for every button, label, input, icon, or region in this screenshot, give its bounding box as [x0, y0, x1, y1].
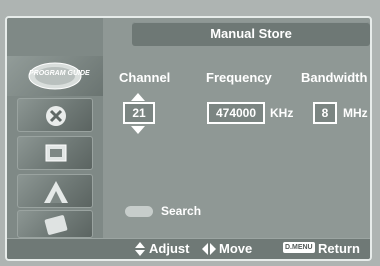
setup-icon	[44, 181, 68, 203]
picture-icon	[45, 144, 67, 162]
channel-down-arrow-icon[interactable]	[131, 126, 145, 134]
manual-store-content: Channel Frequency Bandwidth 21 474000 KH…	[103, 48, 370, 238]
search-button-indicator[interactable]	[125, 206, 153, 217]
frequency-label: Frequency	[206, 70, 272, 85]
sidebar-item-label: PROGRAM GUIDE	[29, 70, 90, 77]
bandwidth-unit: MHz	[343, 106, 368, 120]
adjust-hint: Adjust	[149, 241, 190, 256]
return-hint[interactable]: Return	[318, 241, 360, 257]
manual-store-panel: PROGRAM GUIDE Manual Store Channel Frequ…	[5, 16, 372, 261]
channel-setup-icon	[46, 106, 66, 126]
up-down-arrow-icon	[135, 242, 145, 256]
sidebar-item-setup[interactable]	[17, 174, 93, 208]
search-button[interactable]: Search	[161, 204, 201, 218]
channel-label: Channel	[119, 70, 171, 85]
page-title: Manual Store	[132, 22, 370, 46]
sidebar-item-channel[interactable]	[17, 98, 93, 132]
sidebar-item-program-guide[interactable]: PROGRAM GUIDE	[7, 56, 103, 96]
frequency-unit: KHz	[270, 106, 294, 120]
bandwidth-field[interactable]: 8	[313, 102, 337, 124]
move-hint: Move	[219, 241, 253, 256]
footer-help-bar: Adjust Move D.MENU Return	[7, 238, 370, 259]
sidebar-item-input[interactable]	[17, 210, 93, 238]
frequency-field[interactable]: 474000	[207, 102, 265, 124]
left-right-arrow-icon	[202, 243, 216, 255]
input-icon	[44, 215, 68, 235]
sidebar-menu: PROGRAM GUIDE	[7, 18, 103, 238]
sidebar-item-picture[interactable]	[17, 136, 93, 170]
channel-field[interactable]: 21	[123, 102, 155, 124]
dmenu-button-icon: D.MENU	[283, 242, 315, 253]
channel-up-arrow-icon[interactable]	[131, 93, 145, 101]
bandwidth-label: Bandwidth	[301, 70, 368, 85]
tv-screen: PROGRAM GUIDE Manual Store Channel Frequ…	[0, 0, 380, 266]
